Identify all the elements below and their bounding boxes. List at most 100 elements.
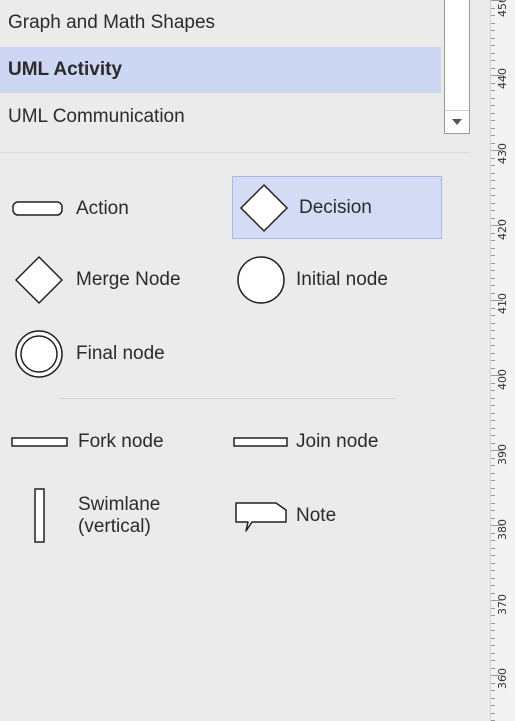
ruler-tick [491, 0, 503, 1]
ruler-tick [491, 457, 495, 459]
ruler-tick [491, 577, 495, 579]
ruler-tick [491, 645, 495, 646]
shape-label: Swimlane (vertical) [78, 494, 161, 537]
ruler-tick [491, 240, 495, 241]
shape-merge-node[interactable]: Merge Node [10, 250, 225, 310]
diamond-icon [235, 183, 293, 233]
ruler-tick [491, 112, 495, 114]
stencil-item-uml-activity[interactable]: UML Activity [0, 47, 441, 93]
ruler-tick [491, 450, 503, 451]
shape-label: Note [296, 505, 337, 526]
ruler-tick [491, 7, 495, 9]
ruler-tick [491, 202, 495, 204]
ruler-tick [491, 637, 495, 639]
ruler-tick [491, 135, 495, 136]
ruler-tick [491, 427, 495, 429]
ruler-tick [491, 210, 495, 211]
vertical-ruler[interactable]: 450 440 430 420 410 400 390 380 370 360 [490, 0, 515, 721]
ruler-tick [491, 420, 495, 421]
ruler-label: 380 [496, 519, 509, 540]
shapes-divider [58, 398, 396, 399]
ruler-tick [491, 307, 495, 309]
stencil-list-scrollbar[interactable] [444, 0, 470, 134]
ruler-tick [491, 90, 495, 91]
ruler-label: 410 [496, 293, 509, 314]
ruler-tick [491, 217, 495, 219]
ruler-tick [491, 247, 495, 249]
ruler-tick [491, 480, 495, 481]
scroll-down-button[interactable] [445, 110, 469, 133]
vertical-bar-icon [10, 488, 70, 544]
ruler-tick [491, 300, 503, 301]
ruler-label: 420 [496, 219, 509, 240]
ruler-tick [491, 712, 495, 714]
ruler-tick [491, 690, 495, 691]
ruler-tick [491, 465, 495, 466]
ruler-tick [491, 675, 503, 676]
ruler-tick [491, 502, 495, 504]
ruler-tick [491, 412, 495, 414]
ruler-tick [491, 360, 495, 361]
ruler-tick [491, 22, 495, 24]
ruler-tick [491, 547, 495, 549]
ruler-tick [491, 652, 495, 654]
shape-label: Join node [296, 431, 379, 452]
ruler-tick [491, 660, 495, 661]
ruler-tick [491, 37, 495, 39]
ruler-tick [491, 607, 495, 609]
bar-icon [10, 436, 70, 448]
ruler-tick [491, 472, 495, 474]
ruler-tick [491, 255, 495, 256]
shape-swimlane-vertical[interactable]: Swimlane (vertical) [10, 478, 225, 554]
circle-icon [232, 255, 290, 305]
ruler-tick [491, 67, 495, 69]
stencil-item-graph-and-math-shapes[interactable]: Graph and Math Shapes [0, 0, 441, 46]
shape-label: Initial node [296, 269, 388, 290]
ruler-tick [491, 322, 495, 324]
ruler-tick [491, 157, 495, 159]
ruler-tick [491, 337, 495, 339]
ruler-tick [491, 195, 495, 196]
ruler-tick [491, 435, 495, 436]
ruler-label: 390 [496, 444, 509, 465]
ruler-tick [491, 180, 495, 181]
ruler-tick [491, 495, 495, 496]
ruler-tick [491, 517, 495, 519]
ruler-tick [491, 187, 495, 189]
diamond-icon [10, 255, 68, 305]
ruler-tick [491, 600, 503, 601]
ruler-tick [491, 30, 495, 31]
ruler-tick [491, 60, 495, 61]
ruler-tick [491, 592, 495, 594]
ruler-tick [491, 562, 495, 564]
ruler-tick [491, 367, 495, 369]
bar-icon [232, 436, 290, 448]
ruler-tick [491, 45, 495, 46]
shape-label: Final node [76, 343, 165, 364]
ruler-tick [491, 615, 495, 616]
ruler-tick [491, 270, 495, 271]
ruler-tick [491, 555, 495, 556]
shape-final-node[interactable]: Final node [10, 324, 225, 384]
ruler-tick [491, 142, 495, 144]
shape-decision[interactable]: Decision [232, 176, 442, 239]
ruler-tick [491, 330, 495, 331]
ruler-tick [491, 532, 495, 534]
ruler-tick [491, 682, 495, 684]
shape-initial-node[interactable]: Initial node [232, 250, 442, 310]
shape-label: Fork node [78, 431, 164, 452]
stencil-item-uml-communication[interactable]: UML Communication [0, 94, 441, 140]
ruler-tick [491, 75, 503, 76]
chevron-down-icon [452, 119, 462, 125]
shape-note[interactable]: Note [232, 492, 442, 540]
shape-join-node[interactable]: Join node [232, 424, 442, 460]
ruler-label: 430 [496, 143, 509, 164]
ruler-label: 440 [496, 68, 509, 89]
ruler-label: 400 [496, 369, 509, 390]
ruler-tick [491, 120, 495, 121]
shape-fork-node[interactable]: Fork node [10, 424, 225, 460]
shape-action[interactable]: Action [10, 180, 220, 238]
ruler-tick [491, 150, 503, 151]
ruler-tick [491, 352, 495, 354]
ruler-tick [491, 225, 503, 226]
